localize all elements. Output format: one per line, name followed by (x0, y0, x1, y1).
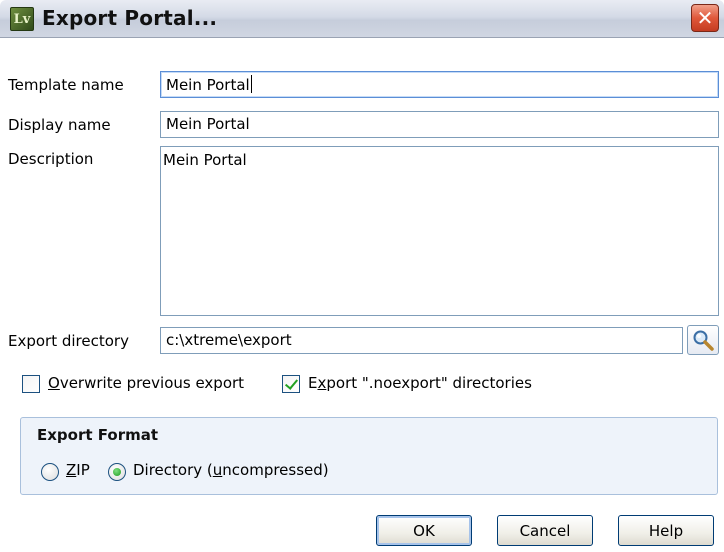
directory-label[interactable]: Directory (uncompressed) (133, 461, 329, 479)
browse-button[interactable] (687, 325, 719, 355)
zip-mnemonic: Z (66, 461, 77, 479)
export-format-title: Export Format (37, 426, 159, 444)
overwrite-label-text: verwrite previous export (59, 374, 245, 392)
title-bar: Lv Export Portal... ✕ (0, 0, 724, 38)
zip-label-text: IP (76, 461, 90, 479)
cancel-button[interactable]: Cancel (497, 515, 593, 546)
template-name-field[interactable]: Mein Portal (160, 71, 719, 98)
display-name-field[interactable]: Mein Portal (160, 111, 719, 138)
directory-mnemonic: u (212, 461, 223, 479)
export-portal-dialog: Lv Export Portal... ✕ Template name Mein… (0, 0, 724, 552)
text-caret (250, 75, 252, 93)
description-label: Description (8, 150, 94, 168)
overwrite-checkbox[interactable] (22, 375, 40, 393)
export-format-group: Export Format ZIP Directory (uncompresse… (20, 417, 718, 495)
export-noexport-label[interactable]: Export ".noexport" directories (308, 374, 532, 392)
description-textarea[interactable]: Mein Portal (160, 146, 719, 316)
app-icon: Lv (10, 7, 34, 31)
description-value: Mein Portal (163, 151, 247, 169)
directory-label-pre: Directory ( (133, 461, 213, 479)
display-name-label: Display name (8, 116, 111, 134)
template-name-label: Template name (8, 76, 124, 94)
export-noexport-checkbox[interactable] (282, 375, 300, 393)
help-button[interactable]: Help (618, 515, 714, 546)
export-noexport-label-text: port ".noexport" directories (326, 374, 532, 392)
close-icon: ✕ (696, 6, 714, 30)
directory-radio[interactable] (108, 463, 126, 481)
close-button[interactable]: ✕ (691, 4, 719, 32)
magnifier-icon (693, 330, 714, 351)
export-directory-value: c:\xtreme\export (166, 331, 292, 349)
app-icon-text: Lv (13, 11, 31, 27)
zip-radio[interactable] (41, 463, 59, 481)
display-name-value: Mein Portal (166, 115, 250, 133)
zip-label[interactable]: ZIP (66, 461, 90, 479)
directory-label-text: ncompressed) (222, 461, 329, 479)
template-name-value: Mein Portal (166, 76, 250, 94)
overwrite-mnemonic: O (48, 374, 60, 392)
export-directory-label: Export directory (8, 332, 129, 350)
overwrite-label[interactable]: Overwrite previous export (48, 374, 244, 392)
ok-button[interactable]: OK (376, 515, 472, 546)
export-directory-field[interactable]: c:\xtreme\export (160, 327, 683, 354)
dialog-title: Export Portal... (42, 6, 218, 30)
